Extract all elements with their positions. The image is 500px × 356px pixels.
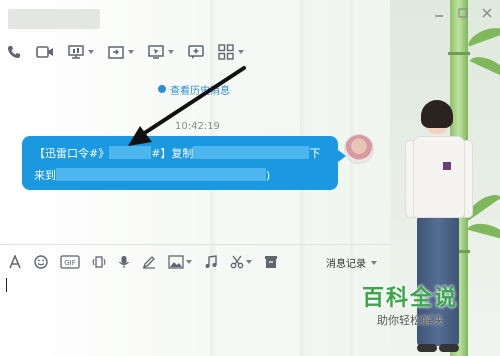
voice-icon[interactable] — [118, 255, 130, 269]
chevron-down-icon[interactable] — [186, 260, 192, 264]
music-icon[interactable] — [204, 255, 218, 269]
gif-icon[interactable]: GIF — [60, 255, 80, 269]
watermark-subtitle: 助你轻松解决 — [377, 314, 443, 327]
watermark: 百科全说 助你轻松解决 — [344, 280, 476, 334]
message-history-button[interactable]: 消息记录 — [326, 255, 377, 270]
input-toolbar: GIF — [8, 253, 278, 271]
chevron-down-icon[interactable] — [246, 260, 252, 264]
chat-window: 查看历史消息 10:42:19 【迅雷口令#》 #】复制下 来到) GIF 消息… — [0, 0, 500, 356]
svg-text:GIF: GIF — [64, 259, 76, 267]
history-box-icon[interactable] — [264, 255, 278, 269]
screenshot-button[interactable] — [230, 255, 252, 269]
image-button[interactable] — [168, 255, 192, 269]
text-input-cursor[interactable] — [6, 278, 7, 292]
draw-icon[interactable] — [142, 255, 156, 269]
font-icon[interactable] — [8, 255, 22, 269]
input-divider — [0, 244, 390, 245]
watermark-title: 百科全说 — [361, 286, 458, 311]
chevron-down-icon — [371, 260, 377, 265]
image-icon — [168, 255, 184, 269]
screenshot-icon — [230, 255, 244, 269]
emoji-icon[interactable] — [34, 255, 48, 269]
shake-icon[interactable] — [92, 255, 106, 269]
message-history-label: 消息记录 — [326, 259, 366, 270]
